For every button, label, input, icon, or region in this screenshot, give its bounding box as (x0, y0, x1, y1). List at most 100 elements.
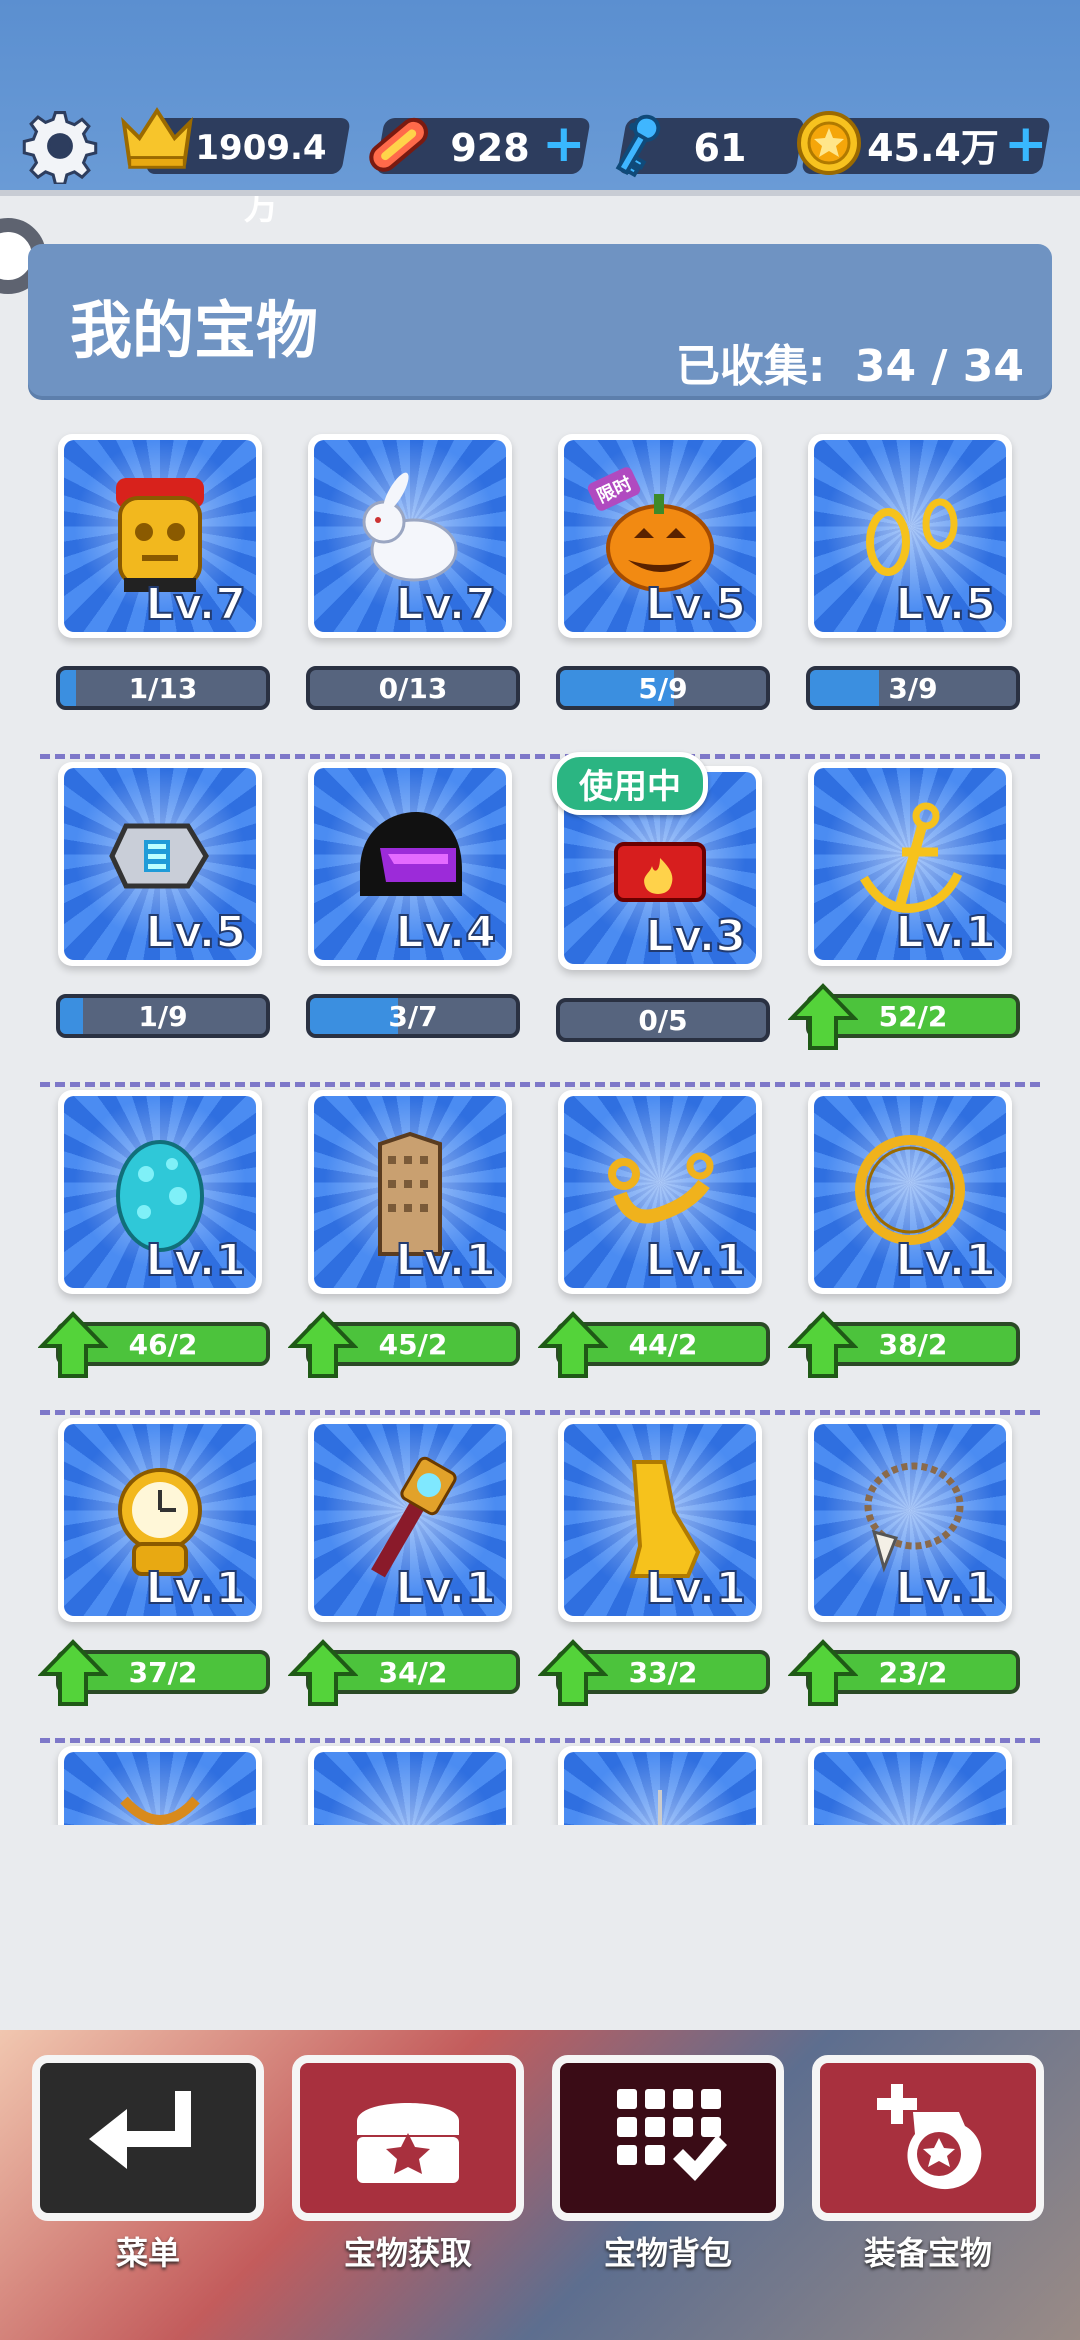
treasure-tile[interactable]: Lv.1 (308, 1090, 512, 1294)
upgrade-arrow-icon[interactable] (538, 1310, 608, 1380)
upgrade-arrow-icon[interactable] (38, 1310, 108, 1380)
treasure-tile[interactable]: Lv.1 (558, 1418, 762, 1622)
crown-value: 1909.4万 (195, 128, 327, 228)
row-separator (40, 1738, 1040, 1743)
key-value: 61 (693, 126, 747, 170)
treasure-tile[interactable]: Lv.5 (558, 434, 762, 638)
hoverboard-value: 928 (450, 126, 530, 170)
progress-bar: 0/13 (306, 666, 520, 710)
grid-check-icon (617, 2089, 727, 2181)
upgrade-arrow-icon[interactable] (288, 1310, 358, 1380)
upgrade-arrow-icon[interactable] (788, 1638, 858, 1708)
item-level: Lv.1 (895, 906, 997, 959)
collected-label: 已收集: (675, 341, 826, 392)
upgrade-arrow-icon[interactable] (788, 1310, 858, 1380)
upgrade-arrow-icon[interactable] (288, 1638, 358, 1708)
gear-icon[interactable] (22, 108, 98, 184)
tile-background: Lv.1 (314, 1096, 506, 1288)
treasure-tile[interactable]: Lv.1 (808, 1090, 1012, 1294)
progress-text: 1/9 (138, 1000, 188, 1033)
treasure-tile[interactable]: Lv.1 (808, 1418, 1012, 1622)
row-separator (40, 754, 1040, 759)
progress-text: 3/7 (388, 1000, 438, 1033)
tile-background: Lv.4 (314, 768, 506, 960)
upgrade-arrow-icon[interactable] (538, 1638, 608, 1708)
treasure-tile[interactable]: Lv.1 (58, 1090, 262, 1294)
treasure-tile[interactable]: Lv.5 (58, 762, 262, 966)
treasure-bag-button[interactable] (552, 2055, 784, 2221)
page-title: 我的宝物 (70, 294, 319, 367)
progress-text: 0/5 (638, 1004, 688, 1037)
item-level: Lv.1 (145, 1562, 247, 1615)
item-level: Lv.1 (895, 1234, 997, 1287)
upgrade-arrow-icon[interactable] (38, 1638, 108, 1708)
tile-background (64, 1752, 256, 1825)
collected-count: 已收集: 34 / 34 (676, 330, 1024, 394)
tile-background: Lv.1 (564, 1424, 756, 1616)
progress-text: 1/13 (128, 672, 198, 705)
crown-icon (121, 107, 193, 169)
progress-bar: 0/5 (556, 998, 770, 1042)
item-level: Lv.1 (645, 1234, 747, 1287)
row-separator (40, 1082, 1040, 1087)
menu-label: 菜单 (115, 2234, 180, 2272)
item-level: Lv.1 (395, 1234, 497, 1287)
top-divider (0, 190, 1080, 196)
tile-background: Lv.1 (814, 1096, 1006, 1288)
treasure-tile[interactable]: Lv.5 (808, 434, 1012, 638)
tile-background (564, 1752, 756, 1825)
treasure-tile[interactable] (58, 1746, 262, 1825)
equip-treasure-label: 装备宝物 (863, 2234, 992, 2272)
treasure-tile[interactable]: Lv.1 (558, 1090, 762, 1294)
treasure-tile[interactable]: Lv.7 (58, 434, 262, 638)
hoverboard-icon (369, 117, 429, 172)
treasure-tile[interactable] (558, 1746, 762, 1825)
treasure-tile[interactable]: Lv.1 (58, 1418, 262, 1622)
treasure-tile[interactable]: Lv.4 (308, 762, 512, 966)
tile-background: Lv.5 (814, 440, 1006, 632)
item-level: Lv.4 (395, 906, 497, 959)
treasure-bag-label: 宝物背包 (603, 2234, 732, 2272)
coin-icon (797, 111, 861, 175)
treasure-tile[interactable] (808, 1746, 1012, 1825)
treasure-tile[interactable] (308, 1746, 512, 1825)
tile-background (314, 1752, 506, 1825)
progress-bar: 3/9 (806, 666, 1020, 710)
fishing-hook-icon (658, 1790, 662, 1825)
tile-background: Lv.7 (64, 440, 256, 632)
treasure-acquire-label: 宝物获取 (343, 2234, 472, 2272)
progress-text: 0/13 (378, 672, 448, 705)
tile-background: Lv.5 (564, 440, 756, 632)
treasure-tile[interactable]: Lv.1 (308, 1418, 512, 1622)
key-icon (615, 114, 661, 178)
item-level: Lv.1 (145, 1234, 247, 1287)
treasure-acquire-button[interactable] (292, 2055, 524, 2221)
chain-trophy-icon (120, 1796, 200, 1825)
progress-bar: 3/7 (306, 994, 520, 1038)
in-use-badge: 使用中 (552, 752, 708, 815)
item-level: Lv.5 (145, 906, 247, 959)
red-figure-icon (844, 1780, 976, 1825)
item-level: Lv.3 (645, 910, 747, 963)
tile-background: Lv.1 (314, 1424, 506, 1616)
treasure-tile[interactable]: Lv.7 (308, 434, 512, 638)
item-level: Lv.5 (895, 578, 997, 631)
item-level: Lv.7 (145, 578, 247, 631)
item-level: Lv.7 (395, 578, 497, 631)
coin-value: 45.4万 (867, 126, 999, 170)
progress-bar: 1/9 (56, 994, 270, 1038)
add-hoverboard-button[interactable]: + (542, 116, 586, 172)
tile-background: Lv.1 (64, 1424, 256, 1616)
menu-button[interactable] (32, 2055, 264, 2221)
treasure-tile[interactable]: Lv.1 (808, 762, 1012, 966)
add-coin-button[interactable]: + (1004, 116, 1048, 172)
progress-text: 3/9 (888, 672, 938, 705)
treasure-chest-icon (357, 2103, 459, 2183)
equip-treasure-button[interactable] (812, 2055, 1044, 2221)
equip-treasure-icon (877, 2084, 982, 2190)
tile-background: Lv.5 (64, 768, 256, 960)
item-level: Lv.1 (895, 1562, 997, 1615)
upgrade-arrow-icon[interactable] (788, 982, 858, 1052)
return-arrow-icon (89, 2091, 191, 2169)
treasure-grid: Lv.7 1/13 Lv.7 0/13 Lv.5 限时 5/9 Lv.5 3/9 Lv.5 1/9 L… (0, 420, 1080, 1825)
